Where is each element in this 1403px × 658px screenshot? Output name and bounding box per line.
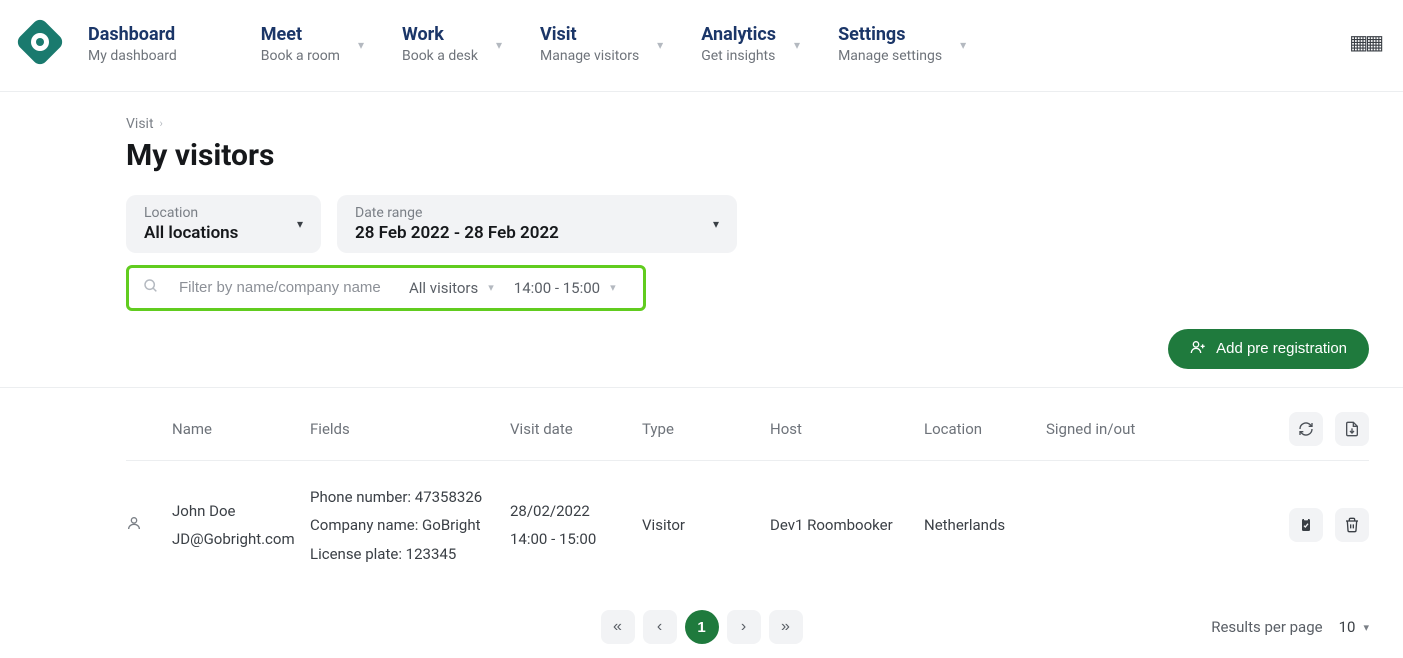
date-range-filter[interactable]: Date range 28 Feb 2022 - 28 Feb 2022 ▾ <box>337 195 737 253</box>
cell-location: Netherlands <box>924 516 1046 534</box>
logo-wrap <box>10 18 70 60</box>
nav-item-work[interactable]: Work Book a desk ▾ <box>402 18 540 73</box>
nav-item-analytics[interactable]: Analytics Get insights ▾ <box>701 18 838 73</box>
table-row: John Doe JD@Gobright.com Phone number: 4… <box>126 461 1369 591</box>
nav-title: Visit <box>540 24 639 46</box>
search-input[interactable] <box>179 279 389 296</box>
col-header-visit-date: Visit date <box>510 420 642 438</box>
chevron-down-icon: ▾ <box>610 281 616 294</box>
dropdown-value: All visitors <box>409 279 478 297</box>
col-header-type: Type <box>642 420 770 438</box>
cell-type: Visitor <box>642 516 770 534</box>
nav-title: Dashboard <box>88 24 177 46</box>
cell-name: John Doe JD@Gobright.com <box>172 497 310 554</box>
add-user-icon <box>1190 339 1206 359</box>
col-header-name: Name <box>172 420 310 438</box>
search-icon <box>143 278 159 298</box>
nav-subtitle: Manage visitors <box>540 46 639 67</box>
field-phone: Phone number: 47358326 <box>310 483 510 512</box>
chevron-down-icon: ▾ <box>496 24 502 52</box>
field-company: Company name: GoBright <box>310 511 510 540</box>
location-filter[interactable]: Location All locations ▾ <box>126 195 321 253</box>
col-header-location: Location <box>924 420 1046 438</box>
nav-title: Work <box>402 24 478 46</box>
nav-title: Analytics <box>701 24 776 46</box>
nav-item-meet[interactable]: Meet Book a room ▾ <box>261 18 402 73</box>
chevron-down-icon: ▾ <box>960 24 966 52</box>
clipboard-check-button[interactable] <box>1289 508 1323 542</box>
nav-item-settings[interactable]: Settings Manage settings ▾ <box>838 18 1026 73</box>
chevron-down-icon: ▾ <box>358 24 364 52</box>
chevron-down-icon: ▾ <box>1363 621 1369 634</box>
results-per-page-dropdown[interactable]: 10 ▾ <box>1339 618 1369 636</box>
time-range-dropdown[interactable]: 14:00 - 15:00 ▾ <box>514 279 616 297</box>
person-icon <box>126 515 142 535</box>
chevron-down-icon: ▾ <box>657 24 663 52</box>
filter-label: Location <box>144 205 238 221</box>
page-first-button[interactable]: « <box>601 610 635 644</box>
delete-button[interactable] <box>1335 508 1369 542</box>
nav-subtitle: Get insights <box>701 46 776 67</box>
nav-subtitle: My dashboard <box>88 46 177 67</box>
visitor-type-dropdown[interactable]: All visitors ▾ <box>409 279 494 297</box>
visitor-table: Name Fields Visit date Type Host Locatio… <box>126 388 1369 591</box>
visit-time: 14:00 - 15:00 <box>510 525 642 554</box>
results-per-page-value: 10 <box>1339 618 1356 636</box>
filter-label: Date range <box>355 205 559 221</box>
qr-code-icon[interactable]: ▦▦ <box>1349 18 1403 54</box>
page-prev-button[interactable]: ‹ <box>643 610 677 644</box>
filter-value: 28 Feb 2022 - 28 Feb 2022 <box>355 223 559 243</box>
chevron-right-icon: › <box>160 117 163 130</box>
refresh-button[interactable] <box>1289 412 1323 446</box>
pager: « ‹ 1 › » <box>601 610 803 644</box>
results-per-page: Results per page 10 ▾ <box>1211 618 1369 636</box>
dropdown-value: 14:00 - 15:00 <box>514 279 600 297</box>
page-next-button[interactable]: › <box>727 610 761 644</box>
export-button[interactable] <box>1335 412 1369 446</box>
visitor-name: John Doe <box>172 497 310 526</box>
page-last-button[interactable]: » <box>769 610 803 644</box>
col-header-signed: Signed in/out <box>1046 420 1218 438</box>
visitor-email: JD@Gobright.com <box>172 525 310 554</box>
filter-value: All locations <box>144 223 238 243</box>
breadcrumb[interactable]: Visit › <box>126 116 1369 132</box>
cell-fields: Phone number: 47358326 Company name: GoB… <box>310 483 510 569</box>
brand-logo-icon <box>15 17 66 68</box>
chevron-down-icon: ▾ <box>794 24 800 52</box>
page-current-button[interactable]: 1 <box>685 610 719 644</box>
search-filter-bar: All visitors ▾ 14:00 - 15:00 ▾ <box>126 265 646 311</box>
nav-item-dashboard[interactable]: Dashboard My dashboard <box>88 18 177 73</box>
nav-items: Dashboard My dashboard Meet Book a room … <box>70 18 1349 73</box>
cell-host: Dev1 Roombooker <box>770 516 924 534</box>
chevron-down-icon: ▾ <box>488 281 494 294</box>
breadcrumb-item[interactable]: Visit <box>126 116 154 132</box>
filters-row: Location All locations ▾ Date range 28 F… <box>126 195 1369 253</box>
nav-title: Meet <box>261 24 340 46</box>
nav-subtitle: Book a desk <box>402 46 478 67</box>
chevron-down-icon: ▾ <box>297 217 303 231</box>
button-label: Add pre registration <box>1216 340 1347 357</box>
nav-title: Settings <box>838 24 942 46</box>
visit-date: 28/02/2022 <box>510 497 642 526</box>
results-per-page-label: Results per page <box>1211 618 1322 636</box>
action-row: Add pre registration <box>126 329 1369 369</box>
page-title: My visitors <box>126 138 1369 173</box>
col-header-host: Host <box>770 420 924 438</box>
nav-subtitle: Book a room <box>261 46 340 67</box>
pagination-bar: « ‹ 1 › » Results per page 10 ▾ <box>0 590 1403 658</box>
table-header-row: Name Fields Visit date Type Host Locatio… <box>126 388 1369 461</box>
field-license: License plate: 123345 <box>310 540 510 569</box>
chevron-down-icon: ▾ <box>713 217 719 231</box>
col-header-fields: Fields <box>310 420 510 438</box>
top-nav: Dashboard My dashboard Meet Book a room … <box>0 0 1403 92</box>
nav-subtitle: Manage settings <box>838 46 942 67</box>
add-pre-registration-button[interactable]: Add pre registration <box>1168 329 1369 369</box>
nav-item-visit[interactable]: Visit Manage visitors ▾ <box>540 18 701 73</box>
cell-visit-date: 28/02/2022 14:00 - 15:00 <box>510 497 642 554</box>
